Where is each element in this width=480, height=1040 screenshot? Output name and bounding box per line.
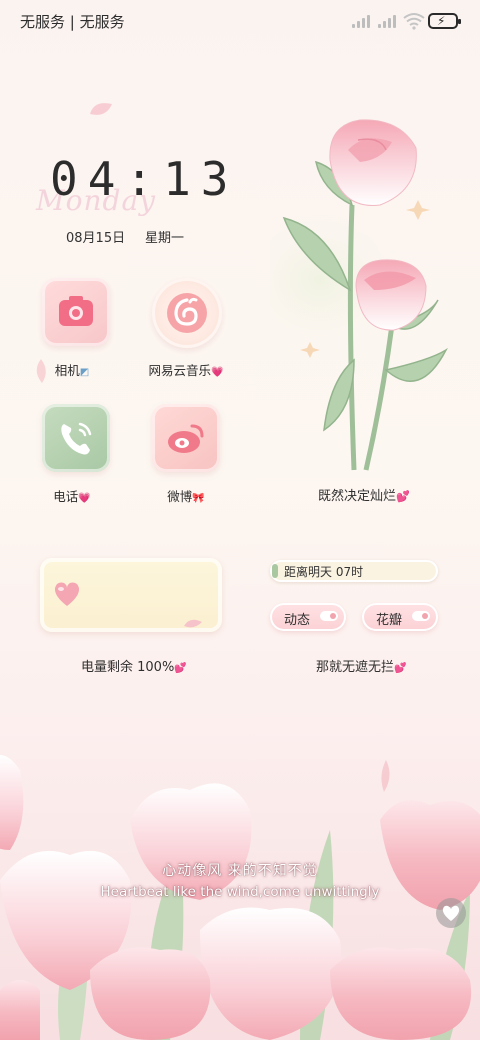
app-netease-music[interactable]: 网易云音乐💗 xyxy=(149,278,224,378)
rose-bloom xyxy=(329,119,417,206)
petal-decoration xyxy=(90,103,112,115)
date-label: 08月15日 xyxy=(66,231,126,246)
toggle-label: 花瓣 xyxy=(376,613,403,628)
toggle-switch[interactable] xyxy=(412,611,430,621)
phone-icon xyxy=(61,422,92,455)
weibo-label: 微博 xyxy=(167,489,193,504)
heart-sticker-icon: 💕 xyxy=(174,663,187,674)
app-phone[interactable]: 电话💗 xyxy=(42,404,114,504)
signal-icon xyxy=(352,14,372,28)
heart-sticker-icon: 💗 xyxy=(78,493,91,504)
status-bar: 无服务 | 无服务 ⚡ xyxy=(0,0,480,44)
petal-decoration xyxy=(36,359,46,383)
app-weibo[interactable]: 微博🎀 xyxy=(152,404,224,504)
music-app-tile[interactable] xyxy=(152,278,222,348)
lyric-line-chinese: 心动像风 来的不知不觉 xyxy=(162,863,318,879)
sparkle-heart-icon: 💕 xyxy=(396,490,410,503)
weibo-icon xyxy=(168,424,204,453)
countdown-text: 距离明天 07时 xyxy=(284,565,364,579)
carrier-label: 无服务 | 无服务 xyxy=(20,13,125,31)
heart-icon xyxy=(442,905,460,921)
lyric-line-english: Heartbeat like the wind,come unwittingly xyxy=(100,884,380,900)
countdown-progress-indicator xyxy=(272,564,278,578)
app-label: 网易云音乐💗 xyxy=(149,360,224,379)
camera-label: 相机 xyxy=(54,363,80,378)
toggle-dynamic[interactable]: 动态 xyxy=(270,603,346,631)
heart-sticker-icon: 💕 xyxy=(394,663,407,674)
wifi-icon xyxy=(403,13,425,30)
ribbon-icon: ◩ xyxy=(79,367,90,378)
netease-music-icon xyxy=(167,293,207,333)
battery-widget[interactable] xyxy=(40,558,222,632)
toggle-switch[interactable] xyxy=(320,611,338,621)
favorite-button[interactable] xyxy=(436,898,466,928)
rose-widget-caption: 既然决定灿烂💕 xyxy=(318,485,410,504)
rose-illustration[interactable] xyxy=(270,110,470,480)
heart-sticker-icon: 💗 xyxy=(211,367,224,378)
app-label: 电话💗 xyxy=(53,486,90,505)
toggle-petals[interactable]: 花瓣 xyxy=(362,603,438,631)
bow-sticker-icon: 🎀 xyxy=(192,493,205,504)
app-label: 相机◩ xyxy=(55,360,89,379)
motto-label: 那就无遮无拦💕 xyxy=(316,656,406,675)
weibo-app-tile[interactable] xyxy=(152,404,220,472)
app-label: 微博🎀 xyxy=(167,486,204,505)
camera-app-tile[interactable] xyxy=(42,278,110,346)
camera-icon xyxy=(59,296,93,326)
battery-level-text: 电量剩余 100% xyxy=(81,660,175,675)
app-camera[interactable]: 相机◩ xyxy=(42,278,114,378)
petal-decoration xyxy=(184,619,202,628)
toggle-label: 动态 xyxy=(284,613,311,628)
battery-charging-icon: ⚡ xyxy=(428,13,461,29)
countdown-widget[interactable]: 距离明天 07时 xyxy=(270,560,438,582)
battery-level-label: 电量剩余 100%💕 xyxy=(81,656,187,675)
motto-text: 那就无遮无拦 xyxy=(316,660,395,675)
weekday-label: 星期一 xyxy=(145,231,185,246)
heart-icon xyxy=(54,582,80,606)
phone-label: 电话 xyxy=(53,489,79,504)
rose-caption-text: 既然决定灿烂 xyxy=(318,489,397,504)
clock-time[interactable]: 04:13 xyxy=(50,152,238,206)
music-label: 网易云音乐 xyxy=(148,363,212,378)
phone-app-tile[interactable] xyxy=(42,404,110,472)
signal-icon xyxy=(378,14,398,28)
